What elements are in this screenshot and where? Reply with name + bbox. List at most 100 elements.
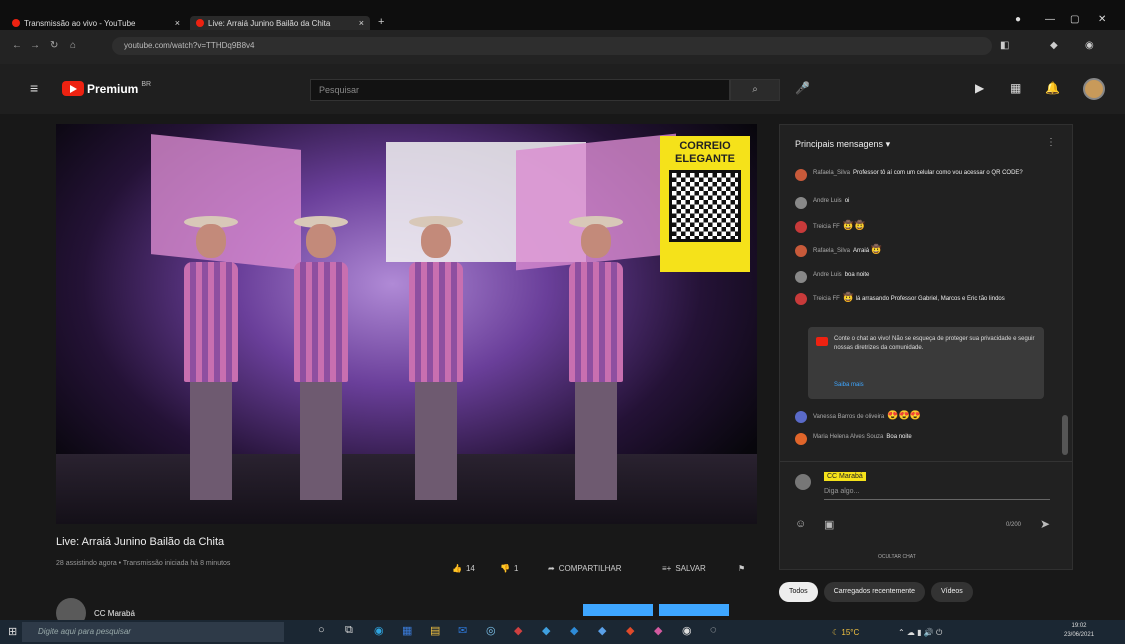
avatar[interactable]: [1083, 78, 1105, 100]
message-author: Treicia FF: [813, 224, 840, 230]
emoji-icon[interactable]: ☺: [795, 518, 806, 530]
tab-label: Transmissão ao vivo - YouTube: [24, 18, 136, 28]
create-video-icon[interactable]: ▶: [975, 81, 984, 95]
browser-tab[interactable]: Transmissão ao vivo - YouTube ×: [6, 16, 186, 30]
flag-icon[interactable]: ⚑: [738, 564, 745, 573]
chat-input[interactable]: Diga algo...: [824, 488, 1050, 500]
home-icon[interactable]: ⌂: [70, 40, 76, 51]
taskbar-search-input[interactable]: Digite aqui para pesquisar: [22, 622, 284, 642]
close-window-button[interactable]: ✕: [1098, 14, 1106, 25]
minimize-button[interactable]: —: [1045, 14, 1055, 25]
app-icon[interactable]: ◆: [626, 624, 634, 637]
apps-icon[interactable]: ▦: [1010, 81, 1021, 95]
chat-scrollbar[interactable]: [1062, 415, 1068, 455]
chat-compose: CC Marabá Diga algo... ☺ ▣ 0/200 ➤ OCULT…: [780, 461, 1072, 569]
chat-message: Andre Luis boa noite: [795, 271, 1035, 283]
like-button[interactable]: 👍 14: [452, 564, 475, 573]
dislike-button[interactable]: 👎 1: [500, 564, 518, 573]
app-icon[interactable]: ◆: [514, 624, 522, 637]
browser-tab-active[interactable]: Live: Arraiá Junino Bailão da Chita ×: [190, 16, 370, 30]
maximize-button[interactable]: ▢: [1070, 14, 1079, 25]
app-icon[interactable]: ◆: [570, 624, 578, 637]
task-view-icon[interactable]: ⧉: [345, 624, 353, 637]
taskbar-clock[interactable]: 19:02 23/06/2021: [1064, 622, 1094, 640]
address-bar[interactable]: youtube.com/watch?v=TTHDq9B8v4: [112, 37, 992, 55]
windows-start-icon[interactable]: ⊞: [8, 625, 17, 638]
like-count: 14: [465, 564, 475, 573]
chat-welcome-notice: Conte o chat ao vivo! Não se esqueça de …: [808, 327, 1044, 399]
message-text: lá arrasando Professor Gabriel, Marcos e…: [855, 296, 1005, 302]
subscribe-button[interactable]: [659, 604, 729, 616]
app-icon[interactable]: ◆: [654, 624, 662, 637]
app-icon[interactable]: ◆: [598, 624, 606, 637]
notifications-bell-icon[interactable]: 🔔: [1045, 81, 1060, 95]
new-tab-button[interactable]: +: [378, 16, 384, 28]
share-button[interactable]: ➦ COMPARTILHAR: [548, 564, 622, 573]
send-icon[interactable]: ➤: [1040, 517, 1050, 531]
logo-text: Premium: [87, 81, 139, 96]
weather-icon[interactable]: ☾ 15°C: [832, 628, 859, 637]
avatar: [795, 411, 807, 423]
qr-text: CORREIO: [679, 140, 731, 152]
system-tray[interactable]: ⌃ ☁ ▮ 🔊 ⏻: [898, 628, 942, 638]
chat-message: Rafaela_Silva Professor tô aí com um celu…: [795, 169, 1035, 181]
message-text: boa noite: [844, 272, 870, 278]
more-options-icon[interactable]: ⋮: [1046, 137, 1056, 148]
char-count: 0/200: [1006, 522, 1022, 528]
message-text: Professor tô aí com um celular como vou …: [853, 170, 1023, 176]
cortana-icon[interactable]: ○: [318, 624, 325, 636]
message-text: Boa noite: [886, 434, 912, 440]
tab-label: Live: Arraiá Junino Bailão da Chita: [208, 18, 331, 28]
message-author: Rafaela_Silva: [813, 248, 851, 254]
avatar: [795, 197, 807, 209]
search-icon: ⌕: [752, 84, 758, 95]
chat-header[interactable]: Principais mensagens ▾: [795, 139, 890, 150]
message-emoji: 🤠: [842, 292, 854, 302]
app-icon[interactable]: ◆: [542, 624, 550, 637]
chip-all[interactable]: Todos: [779, 582, 818, 602]
message-author: Rafaela_Silva: [813, 170, 851, 176]
join-button[interactable]: [583, 604, 653, 616]
chat-message: Vanessa Barros de oliveira 😍😍😍: [795, 411, 1035, 423]
chip-recent[interactable]: Carregados recentemente: [823, 582, 926, 602]
message-author: Andre Luis: [813, 272, 842, 278]
channel-name[interactable]: CC Marabá: [94, 609, 135, 618]
avatar: [795, 169, 807, 181]
profile-avatar-icon[interactable]: ◉: [1085, 40, 1094, 51]
microphone-icon[interactable]: 🎤: [795, 81, 810, 95]
extension-icon[interactable]: ◧: [1000, 40, 1009, 51]
mail-icon[interactable]: ✉: [458, 624, 467, 637]
super-chat-icon[interactable]: ▣: [824, 518, 834, 531]
save-button[interactable]: ≡+ SALVAR: [662, 564, 706, 573]
edge-icon[interactable]: ◉: [374, 624, 384, 637]
extension-icon[interactable]: ◆: [1050, 40, 1058, 51]
message-author: Maria Helena Alves Souza: [813, 434, 884, 440]
avatar: [795, 271, 807, 283]
musician-triangle: [286, 184, 356, 504]
qr-code-overlay: CORREIO ELEGANTE: [660, 136, 750, 272]
search-input[interactable]: Pesquisar: [310, 79, 730, 101]
video-player[interactable]: CORREIO ELEGANTE: [56, 124, 757, 524]
search-button[interactable]: ⌕: [730, 79, 780, 101]
close-icon[interactable]: ×: [175, 18, 180, 28]
youtube-logo[interactable]: Premium BR: [62, 81, 151, 96]
weather-temp: 15°C: [841, 628, 860, 637]
hide-chat-button[interactable]: OCULTAR CHAT: [878, 554, 916, 560]
chat-header-label: Principais mensagens: [795, 139, 884, 149]
app-icon[interactable]: ◌: [710, 624, 717, 636]
forward-icon[interactable]: →: [30, 40, 40, 51]
close-icon[interactable]: ×: [359, 18, 364, 28]
learn-more-link[interactable]: Saiba mais: [834, 381, 864, 390]
back-icon[interactable]: ←: [12, 40, 22, 51]
avatar: [795, 474, 811, 490]
profile-icon[interactable]: ●: [1015, 14, 1021, 25]
file-explorer-icon[interactable]: ▤: [430, 624, 440, 637]
store-icon[interactable]: ▦: [402, 624, 412, 637]
chip-videos[interactable]: Vídeos: [931, 582, 973, 602]
chat-message: Maria Helena Alves Souza Boa noite: [795, 433, 1035, 445]
app-icon[interactable]: ◎: [486, 624, 496, 637]
chrome-icon[interactable]: ◉: [682, 624, 692, 637]
reload-icon[interactable]: ↻: [50, 40, 58, 51]
youtube-play-icon: [62, 81, 84, 96]
hamburger-menu-icon[interactable]: ≡: [30, 80, 38, 96]
